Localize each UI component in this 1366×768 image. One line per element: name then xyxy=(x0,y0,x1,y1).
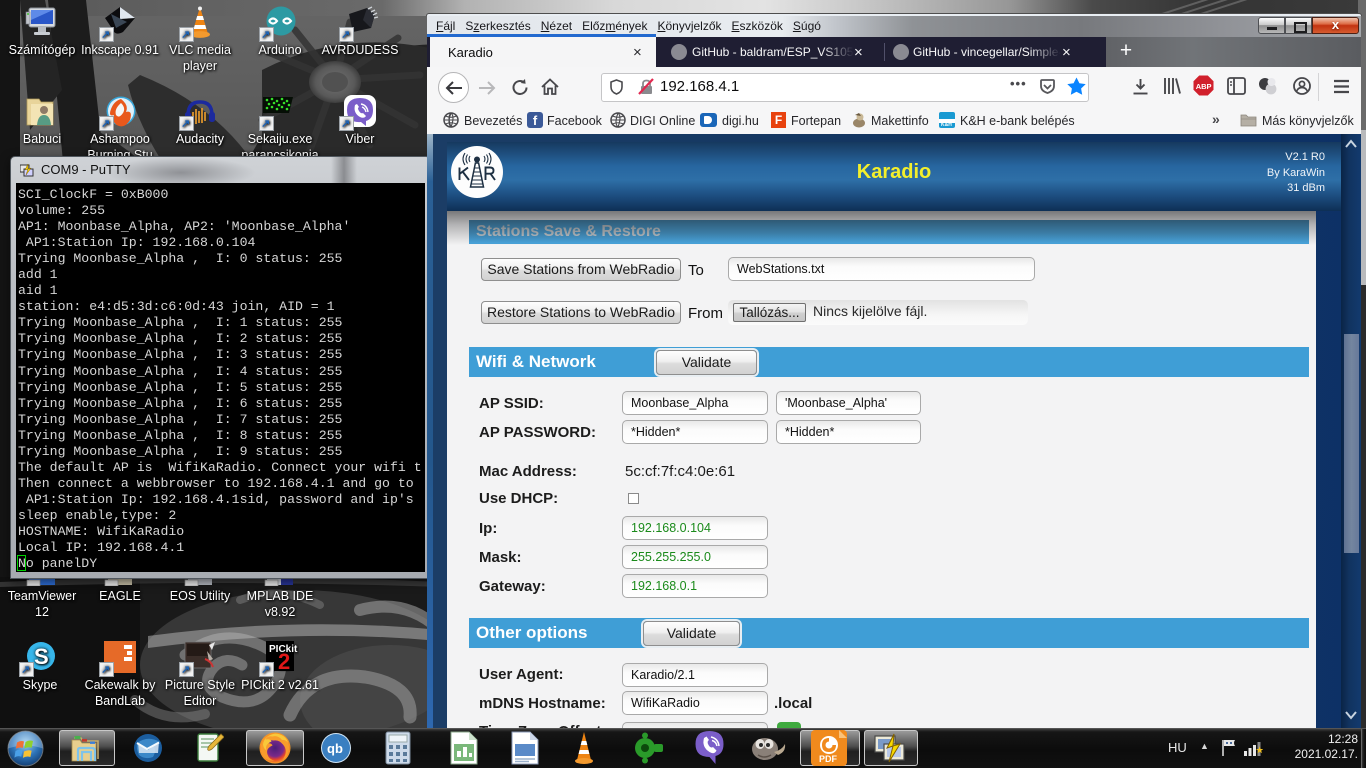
svg-text:ABP: ABP xyxy=(1196,82,1212,91)
svg-text:2: 2 xyxy=(278,649,290,674)
svg-text:qb: qb xyxy=(327,741,343,756)
svg-text:S: S xyxy=(34,644,49,669)
svg-text:PDF: PDF xyxy=(819,754,838,764)
